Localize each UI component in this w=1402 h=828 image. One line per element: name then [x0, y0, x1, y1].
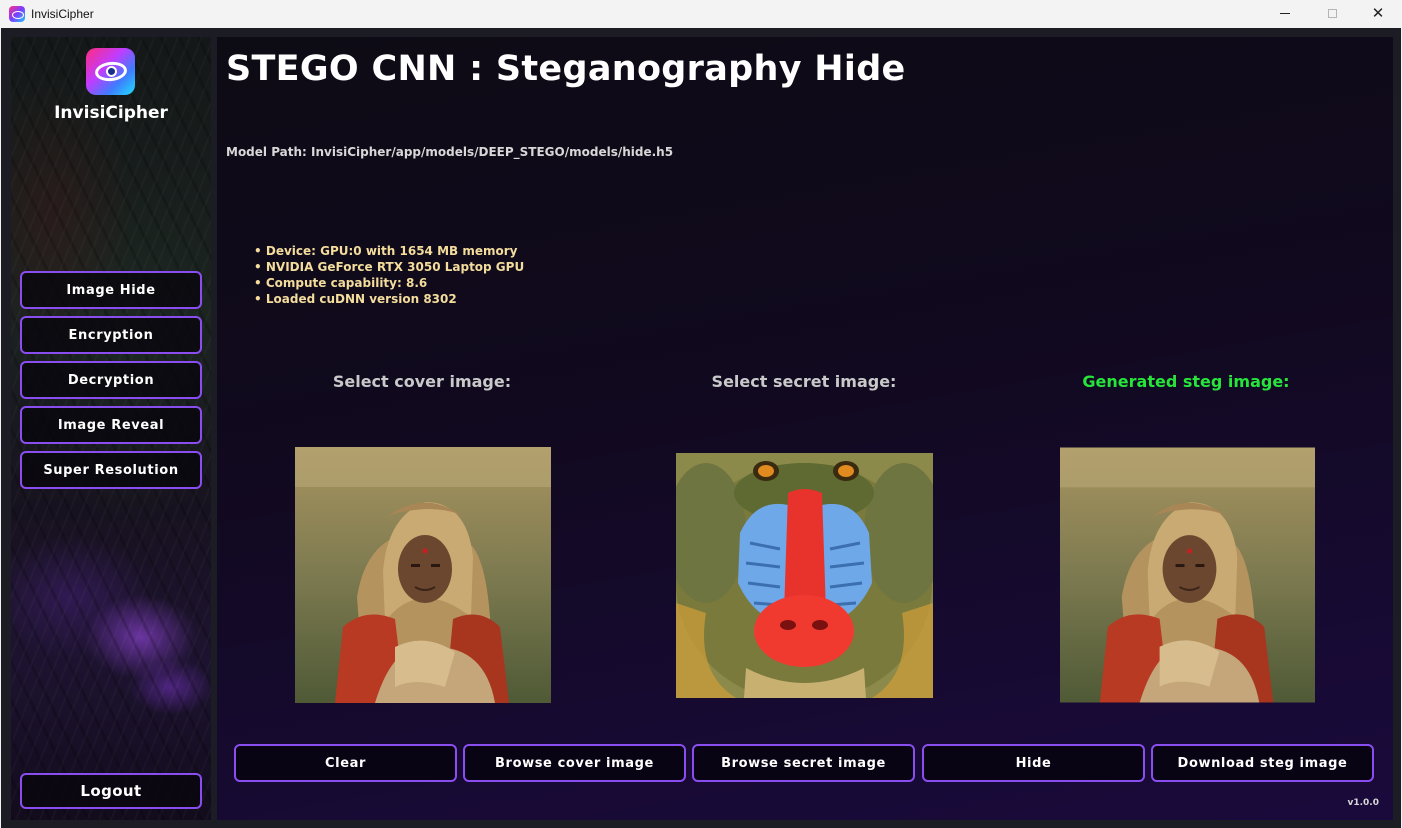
device-info-item: Compute capability: 8.6	[254, 275, 524, 291]
app-eye-icon	[9, 5, 25, 22]
window-titlebar: InvisiCipher ✕	[0, 0, 1402, 27]
nav-image-reveal-button[interactable]: Image Reveal	[20, 406, 202, 444]
nav-super-resolution-button[interactable]: Super Resolution	[20, 451, 202, 489]
main-panel: STEGO CNN : Steganography Hide Model Pat…	[217, 37, 1393, 820]
browse-secret-image-button[interactable]: Browse secret image	[692, 744, 915, 782]
browse-cover-image-button[interactable]: Browse cover image	[463, 744, 686, 782]
device-info-item: NVIDIA GeForce RTX 3050 Laptop GPU	[254, 259, 524, 275]
nav-image-hide-button[interactable]: Image Hide	[20, 271, 202, 309]
close-button[interactable]: ✕	[1355, 0, 1401, 27]
device-info-item: Loaded cuDNN version 8302	[254, 291, 524, 307]
secret-image-graphic	[676, 453, 933, 698]
cover-image-preview	[295, 447, 551, 703]
download-steg-image-button[interactable]: Download steg image	[1151, 744, 1374, 782]
steg-image-label: Generated steg image:	[1082, 372, 1290, 391]
logo-pupil	[104, 65, 117, 78]
eye-icon	[86, 48, 135, 95]
steg-image-graphic	[1060, 447, 1315, 703]
logo-eye-shape	[93, 60, 128, 83]
maximize-icon	[1327, 9, 1337, 18]
version-label: v1.0.0	[1347, 798, 1380, 808]
secret-image-preview	[676, 453, 933, 698]
clear-button[interactable]: Clear	[234, 744, 457, 782]
device-info-item: Device: GPU:0 with 1654 MB memory	[254, 243, 524, 259]
window-title: InvisiCipher	[31, 6, 94, 21]
device-info-list: Device: GPU:0 with 1654 MB memory NVIDIA…	[254, 243, 524, 307]
maximize-button[interactable]	[1309, 0, 1355, 27]
nav-decryption-button[interactable]: Decryption	[20, 361, 202, 399]
brand-name: InvisiCipher	[54, 103, 168, 123]
model-path-text: Model Path: InvisiCipher/app/models/DEEP…	[226, 145, 674, 159]
hide-button[interactable]: Hide	[922, 744, 1145, 782]
sidebar: InvisiCipher Image Hide Encryption Decry…	[11, 37, 211, 820]
close-icon: ✕	[1371, 4, 1385, 22]
page-title: STEGO CNN : Steganography Hide	[226, 49, 906, 89]
cover-image-label: Select cover image:	[332, 372, 512, 391]
nav-encryption-button[interactable]: Encryption	[20, 316, 202, 354]
minimize-button[interactable]	[1262, 0, 1308, 27]
cover-image-graphic	[295, 447, 551, 703]
app-window: InvisiCipher Image Hide Encryption Decry…	[1, 28, 1401, 828]
minimize-icon	[1280, 13, 1290, 14]
secret-image-label: Select secret image:	[711, 372, 897, 391]
logout-button[interactable]: Logout	[20, 773, 202, 809]
steg-image-preview	[1060, 447, 1315, 703]
